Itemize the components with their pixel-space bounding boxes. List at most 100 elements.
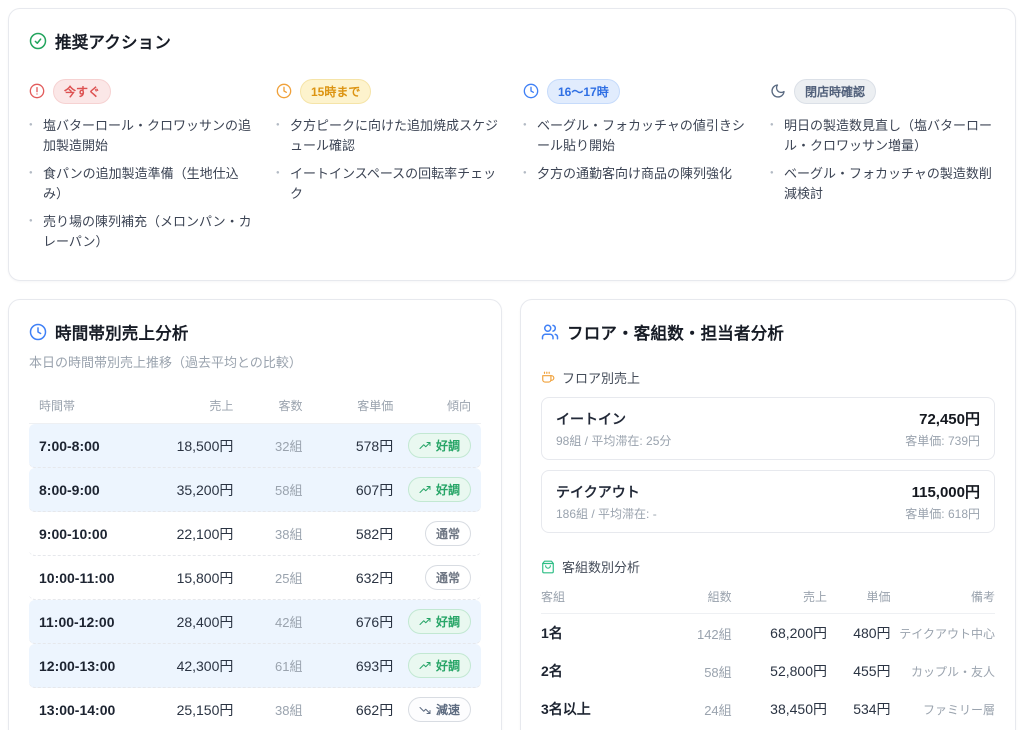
action-group-header: 15時まで: [276, 79, 501, 104]
action-group-red: 今すぐ塩バターロール・クロワッサンの追加製造開始食パンの追加製造準備（生地仕込み…: [29, 79, 254, 260]
action-list: ベーグル・フォカッチャの値引きシール貼り開始夕方の通勤客向け商品の陳列強化: [523, 116, 748, 184]
trend-cell: 減速: [393, 697, 471, 722]
section-label-text: 客組数別分析: [562, 557, 640, 576]
floor-meta: 186組 / 平均滞在: -: [556, 505, 657, 522]
time-range: 9:00-10:00: [39, 526, 143, 542]
col-header-count: 組数: [664, 588, 732, 605]
group-sales: 68,200円: [732, 623, 827, 643]
trend-label: 通常: [436, 525, 460, 542]
floor-analysis-panel: フロア・客組数・担当者分析 フロア別売上 イートイン98組 / 平均滞在: 25…: [520, 299, 1016, 730]
hourly-panel-title: 時間帯別売上分析: [55, 320, 189, 344]
action-group-header: 16〜17時: [523, 79, 748, 104]
group-note: カップル・友人: [891, 663, 995, 680]
check-circle-icon: [29, 32, 47, 50]
time-range: 8:00-9:00: [39, 482, 143, 498]
action-item: 売り場の陳列補充（メロンパン・カレーパン）: [29, 212, 254, 251]
sales-value: 25,150円: [143, 700, 234, 720]
action-item: 食パンの追加製造準備（生地仕込み）: [29, 164, 254, 203]
group-note: ファミリー層: [891, 701, 995, 718]
action-item: イートインスペースの回転率チェック: [276, 164, 501, 203]
floor-box-left: テイクアウト 186組 / 平均滞在: -: [556, 482, 657, 522]
trend-cell: 好調: [393, 653, 471, 678]
group-table-header: 客組 組数 売上 単価 備考: [541, 586, 995, 614]
trend-label: 好調: [436, 613, 460, 630]
floor-name: テイクアウト: [556, 482, 657, 502]
trend-down-icon: [419, 704, 431, 716]
moon-icon-wrap: [770, 83, 786, 101]
group-count: 58組: [664, 662, 732, 681]
time-range: 13:00-14:00: [39, 702, 143, 718]
col-header-groups: 客数: [233, 397, 302, 414]
floor-sales-section-label: フロア別売上: [541, 368, 995, 387]
action-group-amber: 15時まで夕方ピークに向けた追加焼成スケジュール確認イートインスペースの回転率チ…: [276, 79, 501, 260]
floor-box: テイクアウト186組 / 平均滞在: -115,000円客単価: 618円: [541, 470, 995, 533]
actions-panel-title: 推奨アクション: [55, 29, 171, 53]
time-range: 10:00-11:00: [39, 570, 143, 586]
action-group-header: 今すぐ: [29, 79, 254, 104]
clock-icon-wrap: [523, 83, 539, 101]
trend-cell: 通常: [393, 565, 471, 590]
action-item: 夕方ピークに向けた追加焼成スケジュール確認: [276, 116, 501, 155]
col-header-trend: 傾向: [393, 397, 471, 414]
action-list: 塩バターロール・クロワッサンの追加製造開始食パンの追加製造準備（生地仕込み）売り…: [29, 116, 254, 251]
coffee-icon: [541, 371, 555, 385]
group-unit-price: 480円: [827, 623, 891, 643]
panel-header: 推奨アクション: [29, 29, 995, 53]
trend-badge: 好調: [408, 477, 471, 502]
trend-badge: 通常: [425, 565, 471, 590]
group-note: テイクアウト中心: [891, 625, 995, 642]
groups-value: 42組: [233, 612, 302, 631]
hourly-panel-subtitle: 本日の時間帯別売上推移（過去平均との比較）: [29, 352, 481, 371]
trend-label: 減速: [436, 701, 460, 718]
col-header-sales: 売上: [732, 588, 827, 605]
sales-value: 15,800円: [143, 568, 234, 588]
floor-amount: 72,450円: [905, 408, 980, 429]
hourly-row: 10:00-11:0015,800円25組632円通常: [29, 556, 481, 600]
hourly-table-body: 7:00-8:0018,500円32組578円好調8:00-9:0035,200…: [29, 424, 481, 730]
section-label-text: フロア別売上: [562, 368, 640, 387]
trend-badge: 好調: [408, 433, 471, 458]
trend-label: 好調: [436, 437, 460, 454]
bottom-row: 時間帯別売上分析 本日の時間帯別売上推移（過去平均との比較） 時間帯 売上 客数…: [8, 299, 1016, 730]
time-range: 11:00-12:00: [39, 614, 143, 630]
action-group-header: 閉店時確認: [770, 79, 995, 104]
recommended-actions-panel: 推奨アクション 今すぐ塩バターロール・クロワッサンの追加製造開始食パンの追加製造…: [8, 8, 1016, 281]
groups-value: 61組: [233, 656, 302, 675]
users-icon: [541, 323, 559, 341]
trend-up-icon: [419, 660, 431, 672]
panel-header: フロア・客組数・担当者分析: [541, 320, 995, 344]
deadline-badge: 今すぐ: [53, 79, 111, 104]
hourly-row: 9:00-10:0022,100円38組582円通常: [29, 512, 481, 556]
groups-value: 32組: [233, 436, 302, 455]
actions-grid: 今すぐ塩バターロール・クロワッサンの追加製造開始食パンの追加製造準備（生地仕込み…: [29, 79, 995, 260]
coffee-icon: [541, 370, 555, 386]
hourly-sales-panel: 時間帯別売上分析 本日の時間帯別売上推移（過去平均との比較） 時間帯 売上 客数…: [8, 299, 502, 730]
group-count: 24組: [664, 700, 732, 719]
action-group-slate: 閉店時確認明日の製造数見直し（塩バターロール・クロワッサン増量）ベーグル・フォカ…: [770, 79, 995, 260]
clock-icon: [523, 83, 539, 99]
sales-value: 42,300円: [143, 656, 234, 676]
clock-icon: [29, 323, 47, 341]
deadline-badge: 閉店時確認: [794, 79, 876, 104]
trend-up-icon: [419, 484, 431, 496]
hourly-row: 12:00-13:0042,300円61組693円好調: [29, 644, 481, 688]
unit-price-value: 676円: [303, 612, 394, 632]
groups-value: 38組: [233, 700, 302, 719]
unit-price-value: 578円: [303, 436, 394, 456]
alert-circle-icon-wrap: [29, 83, 45, 101]
unit-price-value: 607円: [303, 480, 394, 500]
trend-up-icon: [419, 440, 431, 452]
col-header-time: 時間帯: [39, 397, 143, 414]
group-row: 1名142組68,200円480円テイクアウト中心: [541, 614, 995, 652]
unit-price-value: 582円: [303, 524, 394, 544]
floor-unit-price: 客単価: 739円: [905, 432, 980, 449]
group-table: 客組 組数 売上 単価 備考 1名142組68,200円480円テイクアウト中心…: [541, 586, 995, 730]
unit-price-value: 632円: [303, 568, 394, 588]
action-item: ベーグル・フォカッチャの値引きシール貼り開始: [523, 116, 748, 155]
group-label: 2名: [541, 661, 664, 681]
floor-box: イートイン98組 / 平均滞在: 25分72,450円客単価: 739円: [541, 397, 995, 460]
clock-icon: [29, 323, 47, 341]
hourly-row: 7:00-8:0018,500円32組578円好調: [29, 424, 481, 468]
shopping-bag-icon: [541, 560, 555, 574]
users-icon: [541, 323, 559, 341]
